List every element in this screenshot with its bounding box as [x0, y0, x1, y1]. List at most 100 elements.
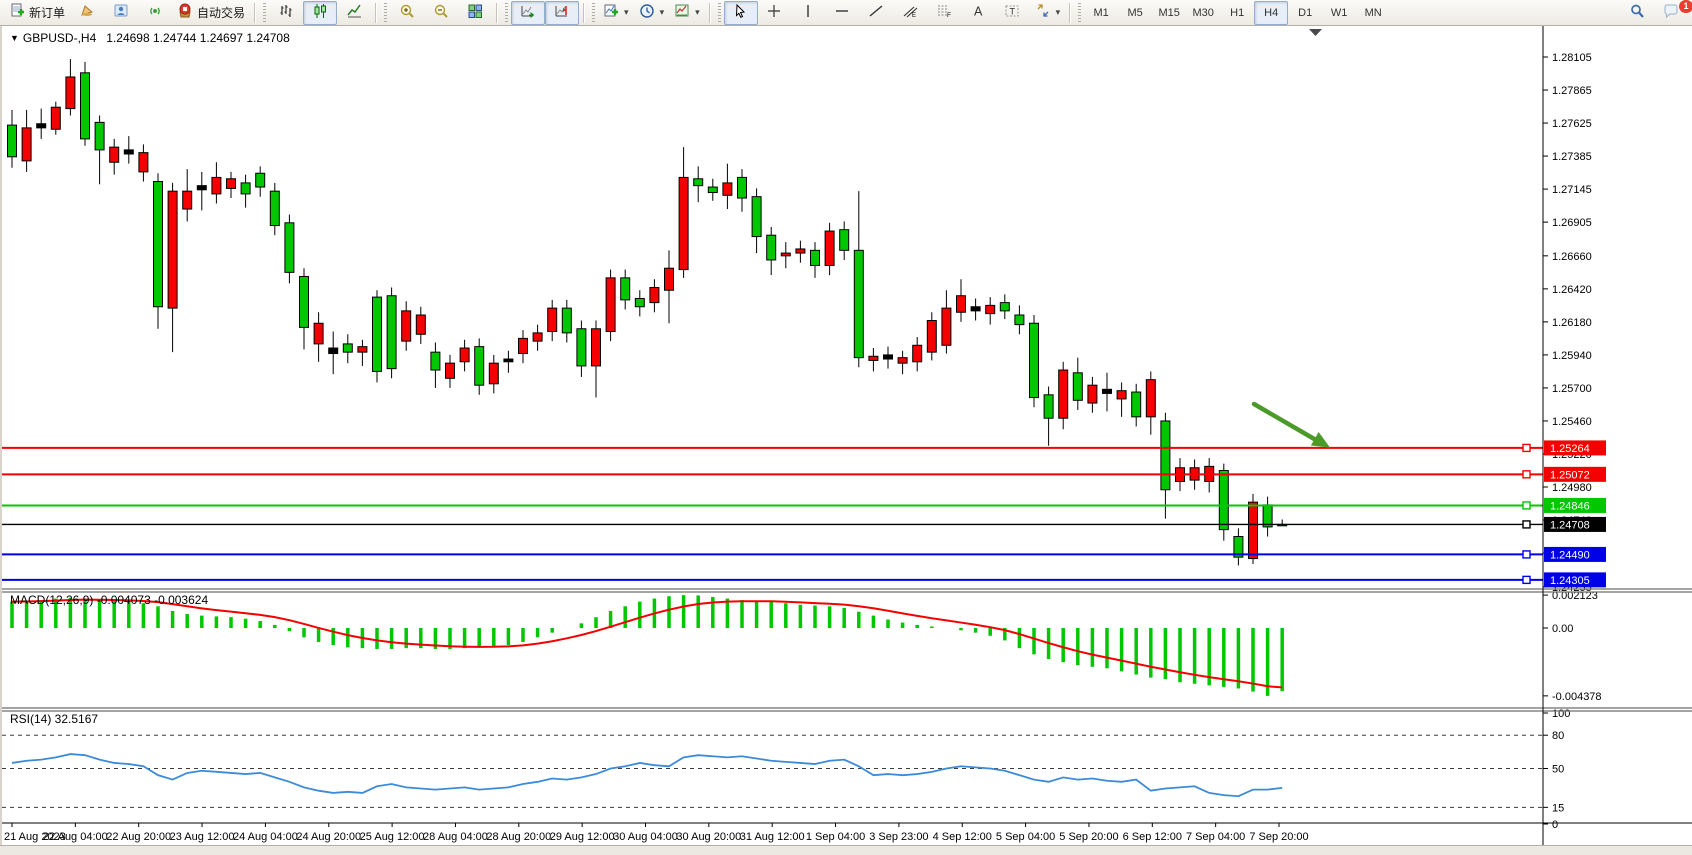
zoom-in-button[interactable] [390, 1, 424, 25]
indicators-button[interactable]: ▾ [598, 1, 634, 25]
timeframe-label: M1 [1094, 7, 1109, 19]
candle-body [256, 173, 265, 187]
trendline-button[interactable] [860, 1, 894, 25]
candle-body [942, 308, 951, 345]
hline-handle[interactable] [1523, 521, 1530, 528]
arrows-button[interactable]: ▾ [1030, 1, 1066, 25]
candle-body [314, 323, 323, 344]
timeframe-mn-button[interactable]: MN [1356, 1, 1390, 25]
dropdown-caret-icon[interactable]: ▾ [624, 7, 629, 18]
search-button[interactable] [1620, 1, 1654, 25]
candle-body [183, 191, 192, 209]
candlestick-chart-button[interactable] [303, 1, 337, 25]
candle-body [1249, 502, 1258, 558]
hline-handle[interactable] [1523, 444, 1530, 451]
candle-body [489, 363, 498, 384]
horizontal-line-button[interactable] [826, 1, 860, 25]
toolbar-grip[interactable] [1078, 3, 1081, 23]
timeframe-m5-button[interactable]: M5 [1118, 1, 1152, 25]
candle-body [8, 125, 17, 157]
timeframe-m1-button[interactable]: M1 [1084, 1, 1118, 25]
toolbar-grip[interactable] [263, 3, 266, 23]
timeframe-w1-button[interactable]: W1 [1322, 1, 1356, 25]
crosshair-button[interactable] [758, 1, 792, 25]
timeframe-label: D1 [1298, 7, 1312, 19]
line-chart-button[interactable] [337, 1, 371, 25]
candle-body [606, 278, 615, 332]
candle-body [708, 187, 717, 193]
svg-text:1.24846: 1.24846 [1550, 500, 1590, 512]
periods-icon [639, 3, 656, 22]
svg-text:1.25940: 1.25940 [1552, 350, 1592, 362]
toolbar-separator [254, 3, 256, 23]
hline-handle[interactable] [1523, 576, 1530, 583]
dropdown-caret-icon[interactable]: ▾ [695, 7, 700, 18]
templates-icon [674, 3, 691, 22]
candle-body [387, 296, 396, 369]
chart-canvas[interactable]: 1.281051.278651.276251.273851.271451.269… [2, 26, 1692, 846]
auto-scroll-button[interactable] [511, 1, 545, 25]
candle-body [548, 308, 557, 331]
candle-body [416, 315, 425, 334]
candle-body [869, 356, 878, 360]
cursor-button[interactable] [724, 1, 758, 25]
auto-trading-icon [177, 3, 194, 22]
hline-handle[interactable] [1523, 502, 1530, 509]
timeframe-d1-button[interactable]: D1 [1288, 1, 1322, 25]
timeframe-label: H4 [1264, 7, 1278, 19]
candle-body [752, 197, 761, 237]
periods-button[interactable]: ▾ [634, 1, 670, 25]
hline-handle[interactable] [1523, 471, 1530, 478]
chart-background [2, 26, 1692, 846]
svg-text:5 Sep 20:00: 5 Sep 20:00 [1059, 831, 1118, 843]
new-order-button-label: 新订单 [29, 4, 65, 21]
new-order-button[interactable]: 新订单 [4, 1, 70, 25]
styler-button[interactable] [70, 1, 104, 25]
toolbar-grip[interactable] [384, 3, 387, 23]
chart-shift-button[interactable] [545, 1, 579, 25]
zoom-out-button[interactable] [424, 1, 458, 25]
timeframe-h4-button[interactable]: H4 [1254, 1, 1288, 25]
text-button[interactable]: A [962, 1, 996, 25]
equidistant-channel-button[interactable]: E [894, 1, 928, 25]
timeframe-m30-button[interactable]: M30 [1186, 1, 1220, 25]
candle-body [1073, 373, 1082, 401]
svg-text:0: 0 [1552, 819, 1558, 831]
svg-text:1.24980: 1.24980 [1552, 482, 1592, 494]
svg-text:5 Sep 04:00: 5 Sep 04:00 [996, 831, 1055, 843]
tile-windows-button[interactable] [458, 1, 492, 25]
bar-chart-button[interactable] [269, 1, 303, 25]
hline-handle[interactable] [1523, 551, 1530, 558]
profile-button[interactable] [104, 1, 138, 25]
toolbar-grip[interactable] [592, 3, 595, 23]
dropdown-caret-icon[interactable]: ▾ [660, 7, 665, 18]
toolbar-separator [1069, 3, 1071, 23]
candle-body [81, 73, 90, 139]
svg-text:1 Sep 04:00: 1 Sep 04:00 [806, 831, 865, 843]
timeframe-m15-button[interactable]: M15 [1152, 1, 1186, 25]
chart-title-text: GBPUSD-,H4 1.24698 1.24744 1.24697 1.247… [23, 31, 290, 45]
mt4-terminal-window: 新订单 自动交易 ▾ ▾ ▾ EFAT ▾ M1 M5M15M30H1 H4 D1 W1MN 1 ▼ GB… [0, 0, 1692, 855]
text-label-button[interactable]: T [996, 1, 1030, 25]
candle-body [1044, 395, 1053, 418]
candle-body [913, 345, 922, 362]
svg-text:1.25264: 1.25264 [1550, 443, 1590, 455]
signals-button[interactable] [138, 1, 172, 25]
svg-text:1.26905: 1.26905 [1552, 217, 1592, 229]
candle-body [723, 183, 732, 195]
timeframe-h1-button[interactable]: H1 [1220, 1, 1254, 25]
dropdown-caret-icon[interactable]: ▾ [1056, 7, 1061, 18]
templates-button[interactable]: ▾ [669, 1, 705, 25]
toolbar-grip[interactable] [505, 3, 508, 23]
chat-button[interactable]: 1 [1654, 1, 1688, 25]
fibonacci-button[interactable]: F [928, 1, 962, 25]
chart-shift-icon [554, 3, 571, 22]
chart-window[interactable]: ▼ GBPUSD-,H4 1.24698 1.24744 1.24697 1.24… [0, 26, 1692, 846]
chevron-down-icon[interactable]: ▼ [10, 33, 19, 43]
candle-body [227, 179, 236, 189]
candle-body [650, 287, 659, 302]
vertical-line-button[interactable] [792, 1, 826, 25]
auto-trading-button[interactable]: 自动交易 [172, 1, 250, 25]
line-chart-icon [346, 3, 363, 22]
toolbar-grip[interactable] [718, 3, 721, 23]
